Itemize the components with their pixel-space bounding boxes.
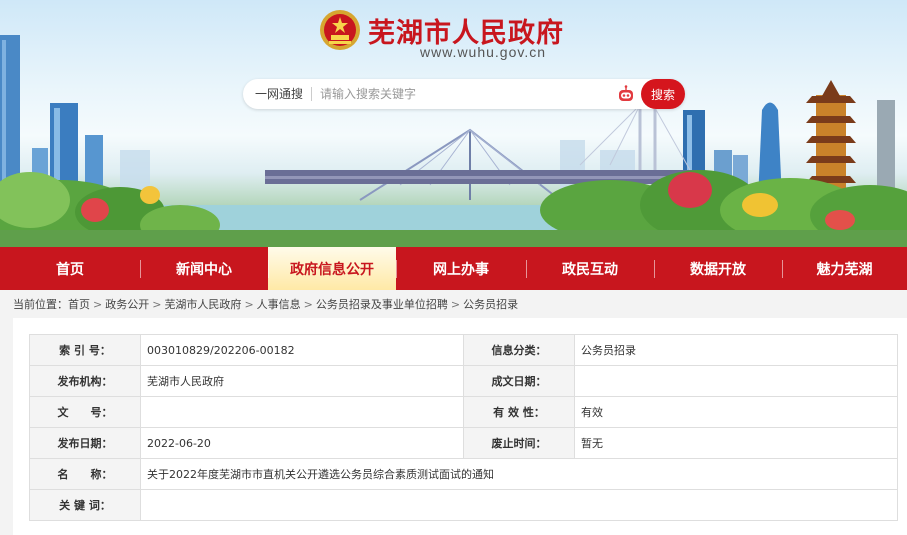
breadcrumb-item-personnel[interactable]: 人事信息 xyxy=(257,298,301,311)
breadcrumb-item-home[interactable]: 首页 xyxy=(68,298,90,311)
nav-item-news[interactable]: 新闻中心 xyxy=(140,247,268,290)
publish-date-label: 发布日期： xyxy=(29,427,141,459)
table-row: 索 引 号： 003010829/202206-00182 信息分类： 公务员招… xyxy=(29,334,898,366)
breadcrumb-separator: > xyxy=(450,298,461,311)
search-button[interactable]: 搜索 xyxy=(641,79,685,109)
site-url: www.wuhu.gov.cn xyxy=(420,44,547,60)
index-value: 003010829/202206-00182 xyxy=(140,334,464,366)
national-emblem-icon xyxy=(320,10,360,50)
created-date-label: 成文日期： xyxy=(463,365,575,397)
page: 芜湖市人民政府 www.wuhu.gov.cn 一网通搜 搜索 首页 新闻中心 … xyxy=(0,0,907,535)
breadcrumb-separator: > xyxy=(152,298,162,311)
breadcrumb-item-civil-servant[interactable]: 公务员招录 xyxy=(463,298,518,311)
table-row: 名 称： 关于2022年度芜湖市市直机关公开遴选公务员综合素质测试面试的通知 xyxy=(29,458,898,490)
category-value: 公务员招录 xyxy=(574,334,898,366)
nav-item-charm-wuhu[interactable]: 魅力芜湖 xyxy=(782,247,907,290)
publisher-label: 发布机构： xyxy=(29,365,141,397)
robot-icon[interactable] xyxy=(616,84,636,104)
nav-item-interaction[interactable]: 政民互动 xyxy=(526,247,654,290)
doc-number-value xyxy=(140,396,464,428)
breadcrumb-prefix: 当前位置： xyxy=(13,298,68,311)
breadcrumb-separator: > xyxy=(303,298,313,311)
expire-time-value: 暂无 xyxy=(574,427,898,459)
publish-date-value: 2022-06-20 xyxy=(140,427,464,459)
nav-item-online-service[interactable]: 网上办事 xyxy=(396,247,526,290)
validity-value: 有效 xyxy=(574,396,898,428)
nav-item-home[interactable]: 首页 xyxy=(0,247,140,290)
breadcrumb-item-recruitment[interactable]: 公务员招录及事业单位招聘 xyxy=(316,298,448,311)
content-panel: 索 引 号： 003010829/202206-00182 信息分类： 公务员招… xyxy=(13,318,907,535)
title-value: 关于2022年度芜湖市市直机关公开遴选公务员综合素质测试面试的通知 xyxy=(140,458,898,490)
breadcrumb-separator: > xyxy=(93,298,103,311)
search-scope-label: 一网通搜 xyxy=(243,87,313,101)
table-row: 文 号： 有 效 性： 有效 xyxy=(29,396,898,428)
breadcrumb-item-gov-affairs[interactable]: 政务公开 xyxy=(105,298,149,311)
breadcrumb: 当前位置：首页 > 政务公开 > 芜湖市人民政府 > 人事信息 > 公务员招录及事业单位招聘 > 公… xyxy=(13,296,518,312)
nav-item-gov-info[interactable]: 政府信息公开 xyxy=(268,247,396,290)
table-row: 发布日期： 2022-06-20 废止时间： 暂无 xyxy=(29,427,898,459)
header-banner: 芜湖市人民政府 www.wuhu.gov.cn 一网通搜 搜索 xyxy=(0,0,907,247)
keywords-label: 关 键 词： xyxy=(29,489,141,521)
main-nav: 首页 新闻中心 政府信息公开 网上办事 政民互动 数据开放 魅力芜湖 xyxy=(0,247,907,290)
breadcrumb-separator: > xyxy=(244,298,254,311)
title-label: 名 称： xyxy=(29,458,141,490)
breadcrumb-item-city-gov[interactable]: 芜湖市人民政府 xyxy=(164,298,241,311)
doc-number-label: 文 号： xyxy=(29,396,141,428)
index-label: 索 引 号： xyxy=(29,334,141,366)
publisher-value: 芜湖市人民政府 xyxy=(140,365,464,397)
search-input[interactable] xyxy=(320,87,621,101)
search-bar: 一网通搜 搜索 xyxy=(243,79,685,109)
document-info-table: 索 引 号： 003010829/202206-00182 信息分类： 公务员招… xyxy=(29,334,898,521)
expire-time-label: 废止时间： xyxy=(463,427,575,459)
table-row: 发布机构： 芜湖市人民政府 成文日期： xyxy=(29,365,898,397)
nav-item-open-data[interactable]: 数据开放 xyxy=(654,247,782,290)
keywords-value xyxy=(140,489,898,521)
validity-label: 有 效 性： xyxy=(463,396,575,428)
category-label: 信息分类： xyxy=(463,334,575,366)
table-row: 关 键 词： xyxy=(29,489,898,521)
created-date-value xyxy=(574,365,898,397)
